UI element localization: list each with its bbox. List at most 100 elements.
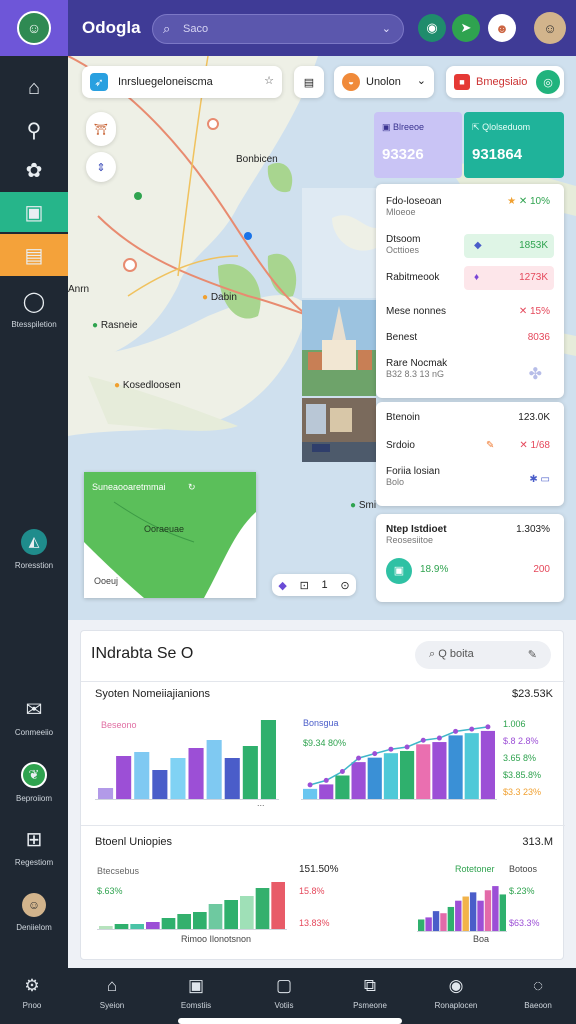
user-avatar[interactable]: ☺ [534, 12, 566, 44]
refresh-icon[interactable]: ↻ [188, 482, 196, 493]
compass-button[interactable]: ⇕ [86, 152, 116, 182]
bar-chart-units[interactable] [97, 874, 287, 930]
profile-icon[interactable]: ☻ [488, 14, 516, 42]
analytics-search[interactable]: ⌕ Q boita ✎ [415, 641, 551, 669]
stat-row[interactable]: Mese nonnes ✕ 15% [386, 306, 554, 317]
search-input[interactable]: ⌕ Saco ⌄ [152, 14, 404, 44]
chart-bar[interactable] [484, 890, 492, 932]
chart-bar[interactable] [351, 762, 366, 800]
sidebar-item-explore[interactable]: ◭ Roresstion [0, 524, 68, 574]
chart-bar[interactable] [152, 770, 168, 800]
chart-bar[interactable] [224, 758, 240, 800]
stat-row[interactable]: Dtsoom Octtioes ◆ 1853K [386, 234, 554, 258]
edit-icon[interactable]: ✎ [528, 648, 537, 661]
stat-row[interactable]: Ntep Istdioet Reosesiitoe 1.303% [386, 524, 554, 546]
landmark-button[interactable]: ⛩ [86, 112, 116, 146]
chart-bar[interactable] [455, 900, 462, 932]
sidebar-item-modules[interactable]: ✿ [0, 150, 68, 190]
zoom-control[interactable]: ◆ ⊡ 1 ⊙ [272, 574, 356, 596]
app-avatar[interactable]: ☺ [17, 11, 51, 45]
kpi-card-right[interactable]: ⇱ Qlolseduom 931864 [464, 112, 564, 178]
location-icon[interactable]: ➤ [452, 14, 480, 42]
chevron-down-icon[interactable]: ⌄ [382, 15, 391, 43]
chart-bar[interactable] [432, 742, 447, 800]
bar-chart-rotetoner[interactable] [417, 878, 507, 932]
chart-bar[interactable] [134, 752, 150, 800]
chart-bar[interactable] [208, 904, 223, 930]
chart-bar[interactable] [464, 733, 479, 800]
shield-icon[interactable]: ◆ [278, 579, 286, 592]
chart-bar[interactable] [303, 788, 318, 800]
photo-thumbnail[interactable] [302, 398, 376, 462]
stat-row[interactable]: Fdo-loseoan Mloeoe ★ ✕ 10% [386, 196, 554, 218]
kpi-card-left[interactable]: ▣ Blreeoe 93326 [374, 112, 462, 178]
sidebar-item-home[interactable]: ⌂ [0, 68, 68, 108]
chart-bar[interactable] [477, 900, 484, 932]
stat-row[interactable]: Srdoio ✎ ✕ 1/68 [386, 440, 554, 451]
nav-item-home[interactable]: ⌂ Syeion [72, 976, 152, 1010]
photo-thumbnail[interactable] [302, 300, 376, 396]
nav-item-help[interactable]: ◌ Baeoon [498, 976, 576, 1010]
chart-bar[interactable] [447, 906, 455, 932]
sidebar-item-messages[interactable]: ◯ Btesspiletion [0, 284, 68, 334]
chart-bar[interactable] [462, 896, 469, 932]
layer-select[interactable]: ◒ Unolon ⌄ [334, 66, 434, 98]
sidebar-item-chat[interactable]: ✉ Conmeeiio [0, 692, 68, 742]
nav-item-contacts[interactable]: ▣ Eomstiis [156, 976, 236, 1010]
chart-bar[interactable] [161, 918, 176, 930]
stat-row[interactable]: Btenoin 123.0K [386, 412, 554, 423]
layers-button[interactable]: ▤ [294, 66, 324, 98]
target-icon[interactable]: ⊙ [340, 579, 349, 592]
chart-bar[interactable] [469, 892, 477, 932]
chart-bar[interactable] [177, 914, 191, 930]
photo-thumbnail[interactable] [302, 188, 376, 298]
chart-bar[interactable] [116, 756, 132, 800]
nav-item-account[interactable]: ◉ Ronaplocen [416, 976, 496, 1010]
chart-bar[interactable] [146, 922, 160, 930]
bar-line-chart[interactable] [301, 716, 497, 800]
sidebar-item-folders[interactable]: ▣ [0, 192, 68, 232]
nav-item-layers[interactable]: ⧉ Psmeone [330, 976, 410, 1010]
chart-bar[interactable] [255, 888, 270, 930]
notification-icon[interactable]: ◉ [418, 14, 446, 42]
chart-bar[interactable] [193, 912, 207, 930]
inset-map[interactable]: Suneaooaretmmai ↻ Ooraeuae Ooeuj [84, 472, 256, 598]
sidebar-item-person[interactable]: ☺ Deniielom [0, 886, 68, 938]
chart-bar[interactable] [98, 788, 114, 800]
chart-bar[interactable] [206, 740, 222, 800]
chart-bar[interactable] [425, 917, 432, 932]
nav-item-bag[interactable]: ▢ Votiis [244, 976, 324, 1010]
stat-row[interactable]: ▣ 18.9% 200 [386, 558, 554, 584]
chart-bar[interactable] [416, 744, 431, 800]
chart-bar[interactable] [383, 753, 398, 800]
chart-bar[interactable] [260, 720, 276, 800]
chart-bar[interactable] [432, 911, 440, 932]
stat-row[interactable]: Rare Nocmak B32 8.3 13 nG ✤ [386, 358, 554, 383]
stat-row[interactable]: Foriia losian Bolo ✱ ▭ [386, 466, 554, 488]
chart-bar[interactable] [367, 757, 382, 800]
chart-bar[interactable] [319, 784, 334, 800]
map-view[interactable]: ➶ Inrsluegeloneiscma ☆ ▤ ◒ Unolon ⌄ ■ Bm… [68, 56, 576, 620]
chart-bar[interactable] [448, 735, 463, 800]
expand-icon[interactable]: ⊡ [300, 579, 309, 592]
chart-bar[interactable] [224, 900, 238, 930]
stat-row[interactable]: Benest 8036 [386, 332, 554, 343]
star-icon[interactable]: ☆ [264, 74, 274, 87]
chart-bar[interactable] [335, 775, 350, 800]
chart-bar[interactable] [271, 882, 285, 930]
nav-item-settings[interactable]: ⚙ Pnoo [0, 976, 72, 1010]
chart-bar[interactable] [440, 913, 447, 932]
bar-chart-system[interactable] [95, 710, 279, 800]
sidebar-item-grid[interactable]: ⊞ Regestiom [0, 822, 68, 872]
chart-bar[interactable] [170, 758, 186, 800]
refresh-icon[interactable]: ◎ [536, 70, 560, 94]
chart-bar[interactable] [492, 886, 499, 932]
chart-bar[interactable] [240, 896, 254, 930]
sidebar-item-eco[interactable]: ❦ Beproiiom [0, 756, 68, 808]
chart-bar[interactable] [188, 748, 204, 800]
sidebar-item-tools[interactable]: ⚲ [0, 110, 68, 150]
chart-bar[interactable] [480, 730, 495, 800]
chart-bar[interactable] [418, 919, 425, 932]
alert-chip[interactable]: ■ Bmegsiaio ◎ [446, 66, 564, 98]
stat-row[interactable]: Rabitmeook ♦ 1273K [386, 266, 554, 290]
